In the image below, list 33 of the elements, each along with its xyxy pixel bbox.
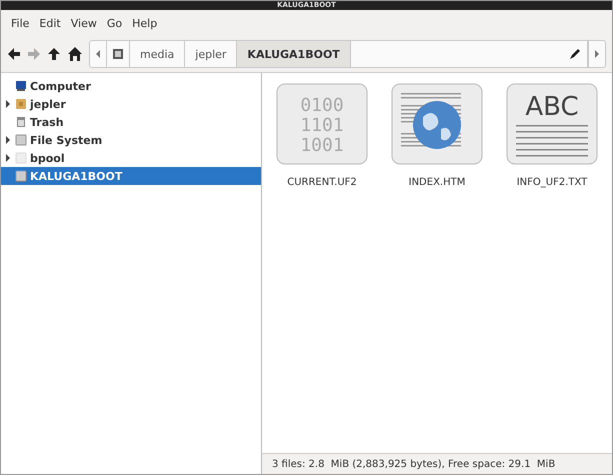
drive-icon <box>15 170 27 182</box>
file-name[interactable]: INDEX.HTM <box>408 177 466 188</box>
sidebar-item[interactable]: bpool <box>1 149 261 167</box>
status-bar: 3 files: 2.8 MiB (2,883,925 bytes), Free space: 29.1 MiB <box>262 453 612 474</box>
sidebar-item[interactable]: jepler <box>1 95 261 113</box>
sidebar-item[interactable]: File System <box>1 131 261 149</box>
file-name[interactable]: INFO_UF2.TXT <box>516 177 588 188</box>
drive-icon[interactable] <box>112 48 124 60</box>
menu-item[interactable]: File <box>11 16 30 30</box>
menu-item[interactable]: Go <box>106 16 122 30</box>
right-caret-icon[interactable] <box>594 50 600 58</box>
expander-icon[interactable] <box>4 136 12 144</box>
menu-item[interactable]: Edit <box>39 16 61 30</box>
expander-icon[interactable] <box>4 154 12 162</box>
file-name[interactable]: CURRENT.UF2 <box>287 177 357 188</box>
path-button[interactable]: media <box>130 41 186 67</box>
menu-item[interactable]: View <box>70 16 97 30</box>
sidebar-item[interactable]: Computer <box>1 77 261 95</box>
up-arrow-icon[interactable] <box>47 47 61 61</box>
drive-icon <box>15 152 27 164</box>
pencil-icon[interactable] <box>569 48 581 60</box>
menu-item[interactable]: Help <box>132 16 158 30</box>
path-button[interactable]: KALUGA1BOOT <box>237 41 351 67</box>
drive-icon <box>15 134 27 146</box>
trash-icon <box>15 116 27 128</box>
home-icon[interactable] <box>67 46 83 62</box>
computer-icon <box>15 80 27 92</box>
expander-icon[interactable] <box>4 100 12 108</box>
sidebar-item[interactable]: KALUGA1BOOT <box>1 167 261 185</box>
back-arrow-icon[interactable] <box>7 47 21 61</box>
left-caret-icon[interactable] <box>95 50 101 58</box>
sidebar-item[interactable]: Trash <box>1 113 261 131</box>
folder-icon <box>15 98 27 110</box>
